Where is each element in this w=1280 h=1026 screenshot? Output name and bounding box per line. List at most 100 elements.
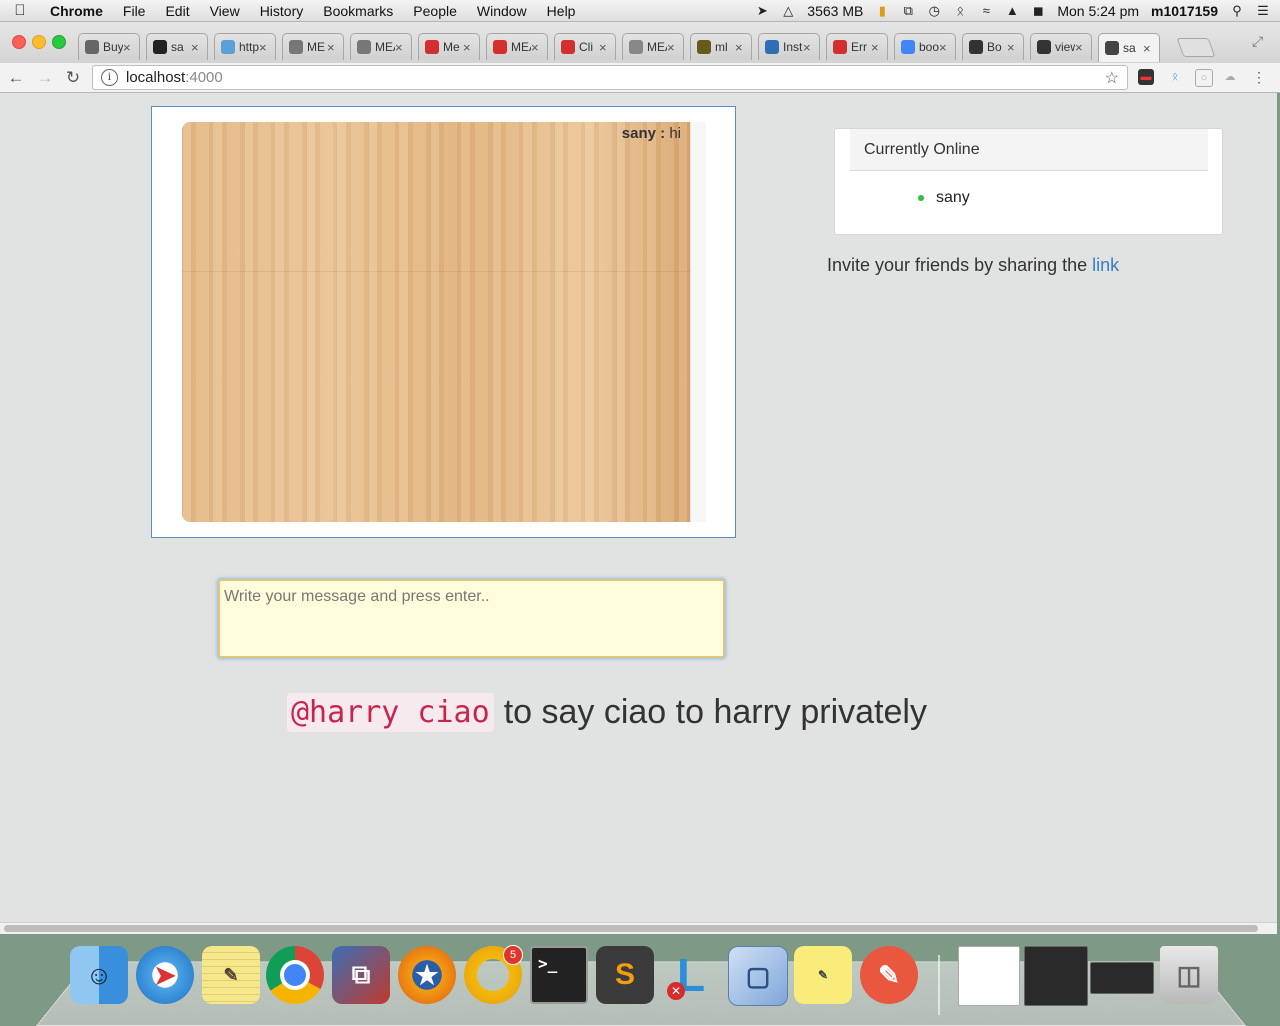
eject-icon[interactable]: ▲: [1005, 3, 1019, 18]
tab-5[interactable]: Me ×: [418, 33, 480, 60]
new-tab-button[interactable]: [1176, 38, 1216, 57]
chrome-icon[interactable]: [266, 946, 324, 1004]
code-window-thumbnail-icon-2[interactable]: [1090, 962, 1154, 994]
wifi-icon[interactable]: ≈: [979, 3, 993, 18]
user-name[interactable]: m1017159: [1151, 3, 1218, 19]
horizontal-scroll-thumb[interactable]: [4, 925, 1258, 932]
clock[interactable]: Mon 5:24 pm: [1057, 3, 1139, 19]
document-thumbnail-icon[interactable]: [958, 946, 1020, 1006]
time-machine-icon[interactable]: ◷: [927, 3, 941, 18]
tab-7[interactable]: Cli ×: [554, 33, 616, 60]
sublime-text-icon[interactable]: S: [596, 946, 654, 1004]
close-tab-icon[interactable]: ×: [667, 40, 679, 55]
tab-8[interactable]: MEAN×: [622, 33, 684, 60]
tab-4[interactable]: MEAN×: [350, 33, 412, 60]
bluetooth-extension-icon[interactable]: ᛟ: [1167, 69, 1183, 85]
menu-history[interactable]: History: [250, 3, 314, 19]
google-drive-icon[interactable]: △: [781, 3, 795, 18]
tab-6[interactable]: MEAN×: [486, 33, 548, 60]
apple-menu-icon[interactable]: : [0, 2, 40, 19]
menu-edit[interactable]: Edit: [155, 3, 199, 19]
reload-icon[interactable]: ↻: [63, 68, 83, 88]
github-icon: [153, 40, 167, 54]
menu-app-name[interactable]: Chrome: [40, 3, 113, 19]
close-tab-icon[interactable]: ×: [871, 40, 883, 55]
youtube-icon: [493, 40, 507, 54]
menu-bookmarks[interactable]: Bookmarks: [313, 3, 403, 19]
close-tab-icon[interactable]: ×: [939, 40, 951, 55]
close-tab-icon[interactable]: ×: [463, 40, 475, 55]
close-window-button[interactable]: [12, 35, 26, 49]
tab-label: ml: [715, 40, 728, 54]
tab-0[interactable]: Buy E×: [78, 33, 140, 60]
tab-12[interactable]: boot×: [894, 33, 956, 60]
forward-icon[interactable]: →: [35, 68, 55, 88]
terminal-icon[interactable]: >_: [530, 946, 588, 1004]
tab-11[interactable]: Err ×: [826, 33, 888, 60]
message-input[interactable]: [218, 579, 725, 658]
tab-10[interactable]: Instru×: [758, 33, 820, 60]
firefox-icon[interactable]: ★: [398, 946, 456, 1004]
menu-view[interactable]: View: [200, 3, 250, 19]
shield-icon[interactable]: ▮: [875, 3, 889, 18]
chrome-menu-icon[interactable]: ⋮: [1251, 69, 1267, 85]
close-tab-icon[interactable]: ×: [259, 40, 271, 55]
close-tab-icon[interactable]: ×: [1075, 40, 1087, 55]
menu-window[interactable]: Window: [467, 3, 537, 19]
close-tab-icon[interactable]: ×: [395, 40, 407, 55]
info-icon[interactable]: i: [101, 69, 118, 86]
menu-help[interactable]: Help: [537, 3, 586, 19]
menu-file[interactable]: File: [113, 3, 156, 19]
menu-people[interactable]: People: [403, 3, 467, 19]
close-tab-icon[interactable]: ×: [1143, 41, 1155, 56]
tab-3[interactable]: ME ×: [282, 33, 344, 60]
close-tab-icon[interactable]: ×: [191, 40, 203, 55]
angular-icon: [561, 40, 575, 54]
bluetooth-icon[interactable]: ᛟ: [953, 3, 967, 18]
spotlight-search-icon[interactable]: ⚲: [1230, 3, 1244, 18]
code-window-thumbnail-icon[interactable]: [1024, 946, 1088, 1006]
circle-extension-icon[interactable]: ○: [1195, 69, 1213, 87]
vmware-icon[interactable]: ⧉: [332, 946, 390, 1004]
virtualbox-icon[interactable]: ▢: [728, 946, 788, 1006]
close-tab-icon[interactable]: ×: [735, 40, 747, 55]
back-icon[interactable]: ←: [6, 68, 26, 88]
tab-2[interactable]: https×: [214, 33, 276, 60]
tab-1[interactable]: sa ×: [146, 33, 208, 60]
invite-link[interactable]: link: [1092, 255, 1119, 275]
tab-label: boot: [919, 40, 939, 54]
document-icon: [629, 40, 643, 54]
notification-center-icon[interactable]: ☰: [1256, 3, 1270, 18]
tab-9[interactable]: ml ×: [690, 33, 752, 60]
trash-icon[interactable]: ◫: [1160, 946, 1218, 1004]
close-tab-icon[interactable]: ×: [327, 40, 339, 55]
close-tab-icon[interactable]: ×: [1007, 40, 1019, 55]
notes-icon[interactable]: ✎: [202, 946, 260, 1004]
minimize-window-button[interactable]: [32, 35, 46, 49]
close-tab-icon[interactable]: ×: [123, 40, 135, 55]
stickies-icon[interactable]: ✎: [794, 946, 852, 1004]
message-author: sany :: [621, 125, 666, 142]
close-tab-icon[interactable]: ×: [531, 40, 543, 55]
close-tab-icon[interactable]: ×: [803, 40, 815, 55]
incognito-extension-icon[interactable]: ▬: [1138, 69, 1154, 85]
bookmark-star-icon[interactable]: ☆: [1105, 68, 1119, 88]
cloud-extension-icon[interactable]: ☁: [1222, 69, 1238, 85]
memory-usage[interactable]: 3563 MB: [807, 3, 863, 19]
finder-icon[interactable]: ☺: [70, 946, 128, 1004]
chat-scrollbar[interactable]: [690, 122, 706, 522]
message-text: hi: [665, 125, 681, 142]
paw-icon[interactable]: ✎: [860, 946, 918, 1004]
tab-label: Cli: [579, 40, 593, 54]
tab-15[interactable]: sa ×: [1098, 33, 1160, 62]
fullscreen-icon[interactable]: ⤢: [1252, 33, 1263, 50]
screens-icon[interactable]: ⧉: [901, 3, 915, 18]
tab-13[interactable]: Bo ×: [962, 33, 1024, 60]
volume-icon[interactable]: ◼: [1031, 3, 1045, 18]
safari-icon[interactable]: ➤: [136, 946, 194, 1004]
address-bar[interactable]: i localhost:4000 ☆: [92, 65, 1128, 90]
location-arrow-icon[interactable]: ➤: [755, 3, 769, 18]
tab-14[interactable]: view-×: [1030, 33, 1092, 60]
zoom-window-button[interactable]: [52, 35, 66, 49]
close-tab-icon[interactable]: ×: [599, 40, 611, 55]
